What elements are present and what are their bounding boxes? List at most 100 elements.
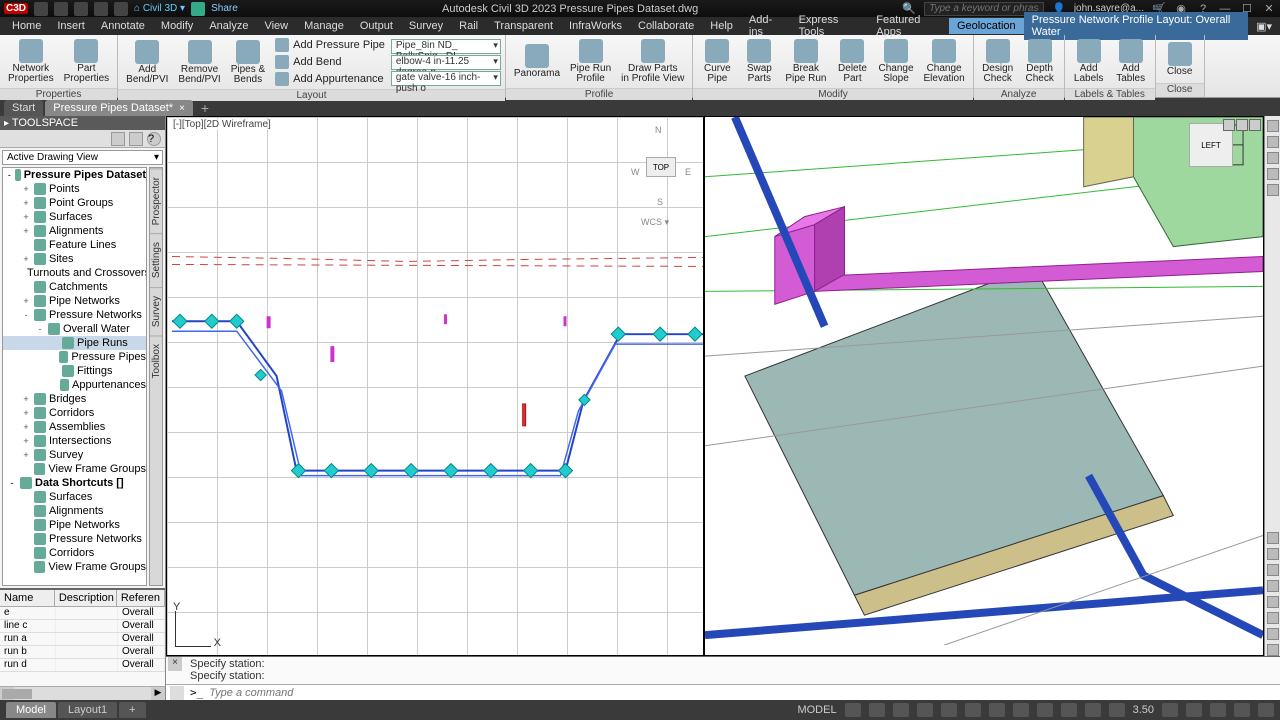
tree-item-pressure-networks[interactable]: -Pressure Networks — [3, 308, 146, 322]
status-grid-icon[interactable] — [845, 703, 861, 717]
nav-tool-5[interactable] — [1267, 596, 1279, 608]
status-otrack-icon[interactable] — [989, 703, 1005, 717]
toolspace-vtab-toolbox[interactable]: Toolbox — [150, 335, 162, 386]
grid-row[interactable]: run aOverall F — [0, 633, 165, 646]
viewcube-top[interactable]: TOP — [646, 157, 676, 177]
grid-body[interactable]: eOverall Fline cOverall Frun aOverall Fr… — [0, 607, 165, 686]
viewcube-wcs[interactable]: WCS ▾ — [641, 217, 669, 228]
nav-tool-3[interactable] — [1267, 564, 1279, 576]
tree-expander-icon[interactable]: + — [21, 296, 31, 306]
vp-close-icon[interactable] — [1249, 119, 1261, 131]
viewcube-e[interactable]: E — [685, 167, 691, 177]
ribbon-btn-change-slope[interactable]: ChangeSlope — [874, 37, 917, 86]
viewport-label-left[interactable]: [-][Top][2D Wireframe] — [171, 119, 273, 130]
qat-save-icon[interactable] — [74, 2, 88, 16]
tree-item-feature-lines[interactable]: Feature Lines — [3, 238, 146, 252]
nav-orbit-icon[interactable] — [1267, 168, 1279, 180]
qat-redo-icon[interactable] — [114, 2, 128, 16]
ribbon-btn-change-elevation[interactable]: ChangeElevation — [920, 37, 969, 86]
status-lwt-icon[interactable] — [1037, 703, 1053, 717]
nav-tool-7[interactable] — [1267, 628, 1279, 640]
status-transparency-icon[interactable] — [1061, 703, 1077, 717]
tree-item-sites[interactable]: +Sites — [3, 252, 146, 266]
nav-pan-icon[interactable] — [1267, 136, 1279, 148]
nav-tool-8[interactable] — [1267, 644, 1279, 656]
qat-undo-icon[interactable] — [94, 2, 108, 16]
ribbon-btn-delete-part[interactable]: DeletePart — [832, 37, 872, 86]
tree-expander-icon[interactable]: - — [7, 170, 12, 180]
tree-item-surfaces[interactable]: +Surfaces — [3, 210, 146, 224]
ribbon-tab-view[interactable]: View — [256, 18, 296, 34]
toolspace-vtab-settings[interactable]: Settings — [150, 233, 162, 286]
ribbon-tab-manage[interactable]: Manage — [296, 18, 352, 34]
ribbon-btn-add-pressure-pipe[interactable]: Add Pressure Pipe — [271, 37, 389, 53]
tree-item-point-groups[interactable]: +Point Groups — [3, 196, 146, 210]
layout-tab-model[interactable]: Model — [6, 702, 56, 718]
tree-item-alignments[interactable]: +Alignments — [3, 224, 146, 238]
ribbon-tab-survey[interactable]: Survey — [401, 18, 451, 34]
viewcube-w[interactable]: W — [631, 167, 640, 177]
scroll-right-icon[interactable]: ▶ — [151, 687, 165, 701]
layout-tab-add[interactable]: + — [119, 702, 145, 718]
prospector-tree[interactable]: -Pressure Pipes Dataset+Points+Point Gro… — [2, 167, 147, 586]
ts-btn-1[interactable] — [111, 132, 125, 146]
ribbon-tab-rail[interactable]: Rail — [451, 18, 486, 34]
tree-item-assemblies[interactable]: +Assemblies — [3, 420, 146, 434]
vp-max-icon[interactable] — [1236, 119, 1248, 131]
tree-expander-icon[interactable]: - — [35, 324, 45, 334]
status-isolate-icon[interactable] — [1210, 703, 1226, 717]
tree-item-view-frame-groups[interactable]: View Frame Groups — [3, 560, 146, 574]
ribbon-btn-network-properties[interactable]: NetworkProperties — [4, 37, 58, 86]
ribbon-tab-infraworks[interactable]: InfraWorks — [561, 18, 630, 34]
ribbon-btn-add-appurtenance[interactable]: Add Appurtenance — [271, 71, 389, 87]
status-3dosnap-icon[interactable] — [965, 703, 981, 717]
scroll-thumb[interactable] — [2, 689, 32, 699]
tree-expander-icon[interactable]: + — [21, 422, 31, 432]
ribbon-tab-transparent[interactable]: Transparent — [486, 18, 561, 34]
status-workspace-icon[interactable] — [1162, 703, 1178, 717]
nav-showmotion-icon[interactable] — [1267, 184, 1279, 196]
close-icon[interactable]: × — [179, 103, 185, 114]
qat-open-icon[interactable] — [54, 2, 68, 16]
tree-expander-icon[interactable]: + — [21, 394, 31, 404]
doctab-active[interactable]: Pressure Pipes Dataset*× — [45, 100, 193, 116]
ts-help-icon[interactable]: ? — [147, 132, 161, 146]
ribbon-btn-curve-pipe[interactable]: CurvePipe — [697, 37, 737, 86]
ribbon-btn-close[interactable]: Close — [1160, 40, 1200, 79]
tree-expander-icon[interactable]: + — [21, 436, 31, 446]
tree-item-corridors[interactable]: +Corridors — [3, 406, 146, 420]
layout-tab-layout1[interactable]: Layout1 — [58, 702, 117, 718]
grid-row[interactable]: eOverall F — [0, 607, 165, 620]
toolspace-view-combo[interactable]: Active Drawing View — [2, 150, 163, 165]
tree-expander-icon[interactable]: + — [21, 198, 31, 208]
ts-btn-2[interactable] — [129, 132, 143, 146]
share-label[interactable]: Share — [211, 3, 238, 14]
ribbon-btn-pipes-bends[interactable]: Pipes &Bends — [227, 38, 269, 87]
tree-item-alignments[interactable]: Alignments — [3, 504, 146, 518]
status-custom-icon[interactable] — [1258, 703, 1274, 717]
tree-item-points[interactable]: +Points — [3, 182, 146, 196]
nav-tool-6[interactable] — [1267, 612, 1279, 624]
tree-item-bridges[interactable]: +Bridges — [3, 392, 146, 406]
status-cycling-icon[interactable] — [1085, 703, 1101, 717]
viewport-profile[interactable]: [-][Top][2D Wireframe] — [166, 116, 704, 656]
tree-item-surfaces[interactable]: Surfaces — [3, 490, 146, 504]
ribbon-btn-design-check[interactable]: DesignCheck — [978, 37, 1018, 86]
ribbon-btn-panorama[interactable]: Panorama — [510, 42, 564, 81]
tree-expander-icon[interactable]: + — [21, 450, 31, 460]
tree-expander-icon[interactable]: - — [7, 478, 17, 488]
ribbon-tab-output[interactable]: Output — [352, 18, 401, 34]
ribbon-btn-part-properties[interactable]: PartProperties — [60, 37, 114, 86]
viewcube-n[interactable]: N — [655, 125, 662, 135]
grid-col-name[interactable]: Name — [0, 590, 55, 606]
ribbon-tab-geolocation[interactable]: Geolocation — [949, 18, 1024, 34]
ribbon-tab-modify[interactable]: Modify — [153, 18, 201, 34]
qat-share-icon[interactable] — [191, 2, 205, 16]
tree-expander-icon[interactable]: + — [21, 212, 31, 222]
ribbon-btn-add-labels[interactable]: AddLabels — [1069, 37, 1109, 86]
ribbon-btn-add-bend-pvi[interactable]: AddBend/PVI — [122, 38, 172, 87]
ribbon-btn-add-tables[interactable]: AddTables — [1111, 37, 1151, 86]
toolspace-vtab-survey[interactable]: Survey — [150, 287, 162, 335]
tree-item-pipe-networks[interactable]: +Pipe Networks — [3, 294, 146, 308]
status-monitor-icon[interactable] — [1186, 703, 1202, 717]
